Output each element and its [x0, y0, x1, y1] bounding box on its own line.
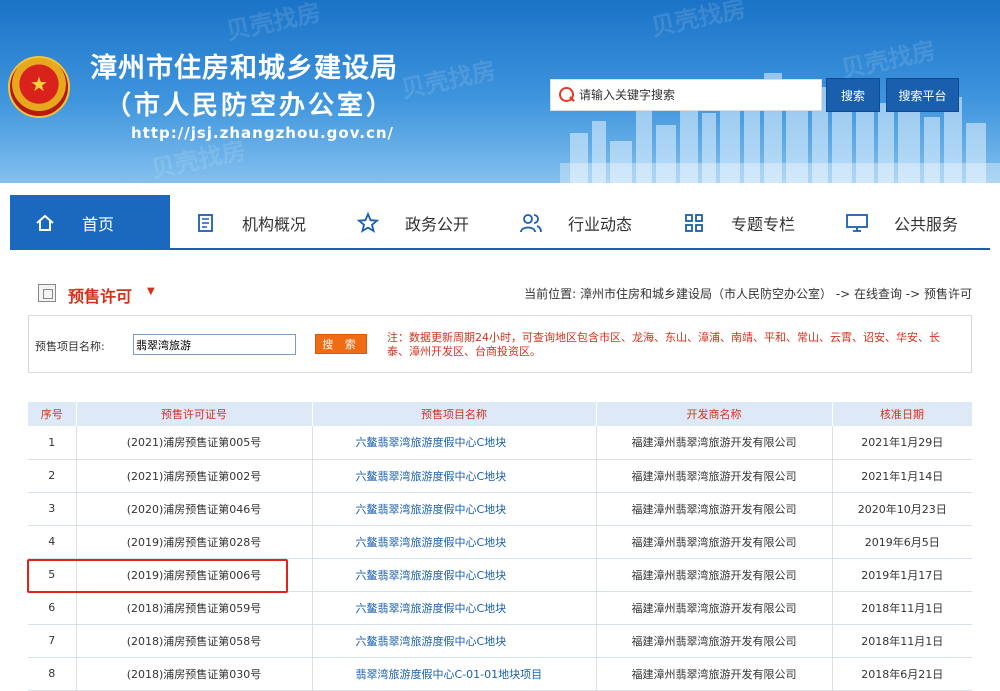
developer-name: 福建漳州翡翠湾旅游开发有限公司	[596, 624, 833, 658]
site-subtitle: （市人民防空办公室）	[105, 91, 396, 121]
grid-icon	[681, 212, 707, 234]
developer-name: 福建漳州翡翠湾旅游开发有限公司	[596, 657, 833, 691]
developer-name: 福建漳州翡翠湾旅游开发有限公司	[596, 591, 833, 625]
nav-item-special-topics[interactable]: 专题专栏	[659, 195, 822, 250]
main-nav: 首页 机构概况 政务公开 行业动态 专题专栏 公共服务	[10, 195, 990, 250]
approval-date: 2018年11月1日	[832, 591, 972, 625]
project-link[interactable]: 六鳌翡翠湾旅游度假中心C地块	[312, 624, 597, 658]
project-link[interactable]: 六鳌翡翠湾旅游度假中心C地块	[312, 558, 597, 592]
filter-note: 注：数据更新周期24小时，可查询地区包含市区、龙海、东山、漳浦、南靖、平和、常山…	[387, 331, 940, 358]
nav-item-label: 首页	[82, 214, 115, 234]
search-platform-button[interactable]: 搜索平台	[886, 78, 959, 112]
nav-item-home[interactable]: 首页	[10, 195, 170, 250]
header-banner: 贝壳找房 贝壳找房 贝壳找房 贝壳找房 贝壳找房 ★ 漳州市住房和城乡建设局 （…	[0, 0, 1000, 183]
cert-number: (2018)浦房预售证第059号	[76, 591, 313, 625]
section-title: 预售许可	[68, 287, 133, 306]
cert-number: (2019)浦房预售证第006号	[76, 558, 313, 592]
row-number: 7	[28, 624, 77, 658]
national-emblem-logo: ★	[8, 56, 70, 118]
people-icon	[518, 212, 544, 234]
table-header-row: 序号 预售许可证号 预售项目名称 开发商名称 核准日期	[28, 402, 973, 426]
table-row: 8 (2018)浦房预售证第030号 翡翠湾旅游度假中心C-01-01地块项目 福建漳…	[28, 657, 972, 691]
cert-number: (2019)浦房预售证第028号	[76, 525, 313, 559]
approval-date: 2020年10月23日	[832, 492, 972, 526]
nav-item-label: 公共服务	[894, 214, 959, 234]
approval-date: 2019年1月17日	[832, 558, 972, 592]
search-icon	[559, 87, 575, 103]
header-developer: 开发商名称	[596, 402, 833, 426]
approval-date: 2021年1月29日	[832, 426, 972, 460]
document-icon	[192, 212, 218, 234]
breadcrumb: 当前位置: 漳州市住房和城乡建设局（市人民防空办公室） -> 在线查询 -> 预…	[524, 287, 972, 301]
row-number: 6	[28, 591, 77, 625]
developer-name: 福建漳州翡翠湾旅游开发有限公司	[596, 459, 833, 493]
row-number: 5	[28, 558, 77, 592]
developer-name: 福建漳州翡翠湾旅游开发有限公司	[596, 492, 833, 526]
project-link[interactable]: 六鳌翡翠湾旅游度假中心C地块	[312, 426, 597, 460]
nav-item-government-affairs[interactable]: 政务公开	[333, 195, 496, 250]
search-input[interactable]	[579, 88, 809, 102]
cert-number: (2018)浦房预售证第030号	[76, 657, 313, 691]
row-number: 8	[28, 657, 77, 691]
approval-date: 2021年1月14日	[832, 459, 972, 493]
table-row: 7 (2018)浦房预售证第058号 六鳌翡翠湾旅游度假中心C地块 福建漳州翡翠湾旅游…	[28, 624, 972, 658]
home-icon	[32, 212, 58, 234]
table-row: 5 (2019)浦房预售证第006号 六鳌翡翠湾旅游度假中心C地块 福建漳州翡翠湾旅游…	[28, 558, 972, 592]
watermark: 贝壳找房	[223, 0, 324, 46]
project-link[interactable]: 翡翠湾旅游度假中心C-01-01地块项目	[312, 657, 597, 691]
approval-date: 2018年6月21日	[832, 657, 972, 691]
project-name-input[interactable]	[133, 334, 296, 355]
section-icon	[38, 284, 56, 302]
cert-number: (2020)浦房预售证第046号	[76, 492, 313, 526]
nav-item-industry-news[interactable]: 行业动态	[496, 195, 659, 250]
project-link[interactable]: 六鳌翡翠湾旅游度假中心C地块	[312, 591, 597, 625]
row-number: 1	[28, 426, 77, 460]
cert-number: (2021)浦房预售证第002号	[76, 459, 313, 493]
developer-name: 福建漳州翡翠湾旅游开发有限公司	[596, 426, 833, 460]
header-cert: 预售许可证号	[76, 402, 313, 426]
search-button[interactable]: 搜索	[826, 78, 880, 112]
nav-item-label: 政务公开	[405, 214, 470, 234]
watermark: 贝壳找房	[398, 56, 499, 104]
site-title: 漳州市住房和城乡建设局	[90, 53, 398, 84]
header-no: 序号	[28, 402, 77, 426]
approval-date: 2018年11月1日	[832, 624, 972, 658]
nav-item-public-services[interactable]: 公共服务	[822, 195, 985, 250]
developer-name: 福建漳州翡翠湾旅游开发有限公司	[596, 525, 833, 559]
header-date: 核准日期	[832, 402, 973, 426]
filter-search-button[interactable]: 搜 索	[315, 334, 367, 354]
project-link[interactable]: 六鳌翡翠湾旅游度假中心C地块	[312, 492, 597, 526]
cert-number: (2018)浦房预售证第058号	[76, 624, 313, 658]
nav-item-label: 机构概况	[242, 214, 307, 234]
row-number: 4	[28, 525, 77, 559]
table-row: 6 (2018)浦房预售证第059号 六鳌翡翠湾旅游度假中心C地块 福建漳州翡翠湾旅游…	[28, 591, 972, 625]
table-row: 3 (2020)浦房预售证第046号 六鳌翡翠湾旅游度假中心C地块 福建漳州翡翠湾旅游…	[28, 492, 972, 526]
developer-name: 福建漳州翡翠湾旅游开发有限公司	[596, 558, 833, 592]
approval-date: 2019年6月5日	[832, 525, 972, 559]
filter-panel: 预售项目名称: 搜 索 注：数据更新周期24小时，可查询地区包含市区、龙海、东山…	[28, 315, 972, 373]
table-row: 4 (2019)浦房预售证第028号 六鳌翡翠湾旅游度假中心C地块 福建漳州翡翠湾旅游…	[28, 525, 972, 559]
search-box	[550, 79, 822, 111]
project-link[interactable]: 六鳌翡翠湾旅游度假中心C地块	[312, 525, 597, 559]
section-header: 预售许可 ▼ 当前位置: 漳州市住房和城乡建设局（市人民防空办公室） -> 在线…	[38, 282, 972, 306]
row-number: 3	[28, 492, 77, 526]
chevron-down-icon[interactable]: ▼	[147, 286, 155, 297]
row-number: 2	[28, 459, 77, 493]
nav-item-label: 专题专栏	[731, 214, 796, 234]
monitor-icon	[844, 212, 870, 234]
header-project: 预售项目名称	[312, 402, 597, 426]
project-link[interactable]: 六鳌翡翠湾旅游度假中心C地块	[312, 459, 597, 493]
project-name-label: 预售项目名称:	[35, 340, 105, 353]
presale-permit-table: 序号 预售许可证号 预售项目名称 开发商名称 核准日期 1 (2021)浦房预售证…	[28, 402, 973, 691]
cert-number: (2021)浦房预售证第005号	[76, 426, 313, 460]
site-url: http://jsj.zhangzhou.gov.cn/	[131, 124, 395, 142]
nav-item-organization[interactable]: 机构概况	[170, 195, 333, 250]
watermark: 贝壳找房	[648, 0, 749, 42]
table-row: 2 (2021)浦房预售证第002号 六鳌翡翠湾旅游度假中心C地块 福建漳州翡翠湾旅游…	[28, 459, 972, 493]
nav-item-label: 行业动态	[568, 214, 633, 234]
table-row: 1 (2021)浦房预售证第005号 六鳌翡翠湾旅游度假中心C地块 福建漳州翡翠湾旅游…	[28, 426, 972, 460]
star-icon	[355, 211, 381, 234]
